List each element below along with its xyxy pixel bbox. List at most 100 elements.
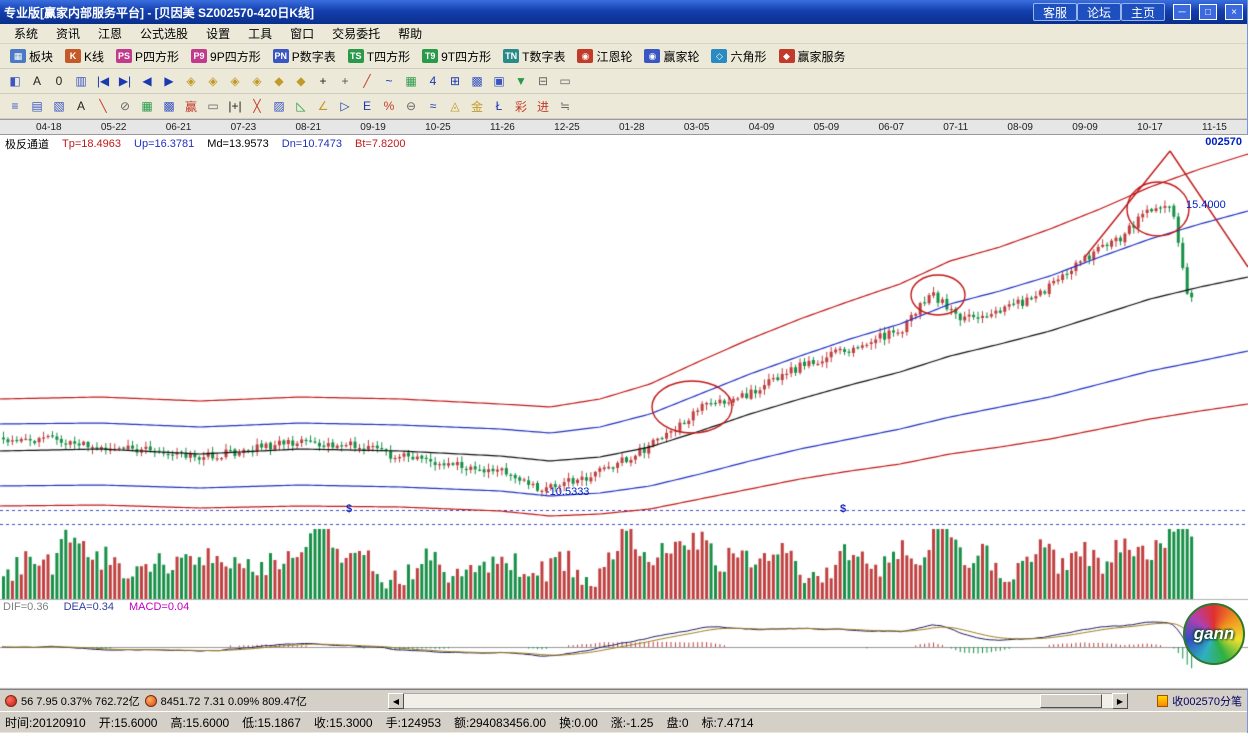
draw-tool-button[interactable]: ◺ (290, 96, 312, 117)
draw-tool-button[interactable]: A (70, 96, 92, 117)
draw-tool-button[interactable]: 0 (48, 71, 70, 92)
draw-tool-button[interactable]: ▶ (158, 71, 180, 92)
ohlc-field: 涨:-1.25 (611, 714, 654, 731)
application-window: 专业版[赢家内部服务平台] - [贝因美 SZ002570-420日K线] 客服… (0, 0, 1248, 733)
tick-view-link[interactable]: 收002570分笔 (1157, 693, 1242, 709)
toolbar-item[interactable]: TN T数字表 (497, 46, 571, 67)
draw-tool-button[interactable]: ▭ (202, 96, 224, 117)
draw-tool-button[interactable]: % (378, 96, 400, 117)
draw-tool-button[interactable]: ▦ (136, 96, 158, 117)
minimize-button[interactable]: ─ (1173, 4, 1191, 20)
draw-tool-button[interactable]: ≡ (4, 96, 26, 117)
x-axis-date-label: 08-21 (295, 122, 321, 133)
menu-item[interactable]: 设置 (198, 24, 238, 43)
draw-tool-button[interactable]: 赢 (180, 96, 202, 117)
toolbar-item[interactable]: PN P数字表 (267, 46, 342, 67)
toolbar-item[interactable]: PS P四方形 (110, 46, 185, 67)
menu-item[interactable]: 交易委托 (324, 24, 388, 43)
draw-tool-button[interactable]: ▼ (510, 71, 532, 92)
titlebar-link-button[interactable]: 论坛 (1077, 3, 1121, 21)
indicator-name: 极反通道 (5, 136, 49, 152)
draw-tool-button[interactable]: ◀ (136, 71, 158, 92)
draw-tool-button[interactable]: 4 (422, 71, 444, 92)
draw-tool-button[interactable]: ⊟ (532, 71, 554, 92)
draw-tool-button[interactable]: ≒ (554, 96, 576, 117)
draw-tool-button[interactable]: ~ (378, 71, 400, 92)
toolbar-item[interactable]: P9 9P四方形 (185, 46, 267, 67)
menu-item[interactable]: 工具 (240, 24, 280, 43)
draw-tool-button[interactable]: |+| (224, 96, 246, 117)
ohlc-field: 开:15.6000 (99, 714, 158, 731)
x-axis-date-label: 11-15 (1202, 122, 1227, 133)
scroll-right-button[interactable]: ▶ (1112, 693, 1128, 709)
draw-tool-button[interactable]: ▥ (70, 71, 92, 92)
toolbar-item[interactable]: ◆ 赢家服务 (773, 46, 852, 67)
toolbar-item[interactable]: ◇ 六角形 (705, 46, 772, 67)
draw-tool-button[interactable]: 金 (466, 96, 488, 117)
draw-tool-button[interactable]: |◀ (92, 71, 114, 92)
scrollbar-track[interactable] (404, 693, 1112, 709)
draw-tool-button[interactable]: ∠ (312, 96, 334, 117)
menu-item[interactable]: 窗口 (282, 24, 322, 43)
draw-tool-button[interactable]: ◬ (444, 96, 466, 117)
macd-value: DIF=0.36 (3, 601, 49, 613)
scroll-left-button[interactable]: ◀ (388, 693, 404, 709)
draw-tool-button[interactable]: ⊖ (400, 96, 422, 117)
tick-view-label: 收002570分笔 (1172, 693, 1242, 709)
draw-tool-button[interactable]: ◈ (180, 71, 202, 92)
draw-tool-button[interactable]: ╲ (92, 96, 114, 117)
draw-tool-button[interactable]: 彩 (510, 96, 532, 117)
ohlc-field: 盘:0 (666, 714, 688, 731)
toolbar-item[interactable]: ◉ 江恩轮 (571, 46, 638, 67)
toolbar-item[interactable]: ▦ 板块 (4, 46, 59, 67)
toolbar-item[interactable]: T9 9T四方形 (416, 46, 497, 67)
draw-tool-button[interactable]: E (356, 96, 378, 117)
titlebar-link-button[interactable]: 主页 (1121, 3, 1165, 21)
toolbar-item-icon: TS (348, 49, 364, 63)
toolbar-item-icon: ◉ (577, 49, 593, 63)
draw-tool-button[interactable]: ▩ (466, 71, 488, 92)
draw-tool-button[interactable]: ▧ (48, 96, 70, 117)
draw-tool-button[interactable]: ▦ (400, 71, 422, 92)
toolbar-item[interactable]: ◉ 赢家轮 (638, 46, 705, 67)
titlebar-link-button[interactable]: 客服 (1033, 3, 1077, 21)
scrollbar-thumb[interactable] (1040, 694, 1102, 708)
draw-tool-button[interactable]: ╱ (356, 71, 378, 92)
toolbar-item-icon: T9 (422, 49, 438, 63)
toolbar-item-icon: PN (273, 49, 289, 63)
menu-item[interactable]: 帮助 (390, 24, 430, 43)
draw-tool-button[interactable]: 进 (532, 96, 554, 117)
draw-tool-button[interactable]: ≈ (422, 96, 444, 117)
draw-tool-button[interactable]: ◈ (224, 71, 246, 92)
draw-tool-button[interactable]: ▣ (488, 71, 510, 92)
draw-tool-button[interactable]: ⊞ (444, 71, 466, 92)
macd-value-labels: DIF=0.36DEA=0.34MACD=0.04 (3, 601, 189, 613)
draw-tool-button[interactable]: ◆ (268, 71, 290, 92)
draw-tool-button[interactable]: ◧ (4, 71, 26, 92)
x-axis-dates: 04-1805-2206-2107-2308-2109-1910-2511-26… (0, 119, 1247, 135)
draw-tool-button[interactable]: + (334, 71, 356, 92)
menu-item[interactable]: 资讯 (48, 24, 88, 43)
draw-tool-button[interactable]: ⊘ (114, 96, 136, 117)
draw-tool-button[interactable]: + (312, 71, 334, 92)
draw-tool-button[interactable]: ◆ (290, 71, 312, 92)
draw-tool-button[interactable]: ▨ (268, 96, 290, 117)
draw-tool-button[interactable]: ▷ (334, 96, 356, 117)
maximize-button[interactable]: □ (1199, 4, 1217, 20)
draw-tool-button[interactable]: Ł (488, 96, 510, 117)
draw-tool-button[interactable]: ╳ (246, 96, 268, 117)
draw-tool-button[interactable]: ▤ (26, 96, 48, 117)
draw-tool-button[interactable]: ▭ (554, 71, 576, 92)
draw-tool-button[interactable]: ▩ (158, 96, 180, 117)
toolbar-item-label: 六角形 (730, 48, 766, 65)
menu-item[interactable]: 江恩 (90, 24, 130, 43)
draw-tool-button[interactable]: ◈ (246, 71, 268, 92)
toolbar-item[interactable]: TS T四方形 (342, 46, 416, 67)
close-button[interactable]: × (1225, 4, 1243, 20)
draw-tool-button[interactable]: ◈ (202, 71, 224, 92)
toolbar-item[interactable]: K K线 (59, 46, 110, 67)
draw-tool-button[interactable]: ▶| (114, 71, 136, 92)
draw-tool-button[interactable]: A (26, 71, 48, 92)
menu-item[interactable]: 公式选股 (132, 24, 196, 43)
menu-item[interactable]: 系统 (6, 24, 46, 43)
